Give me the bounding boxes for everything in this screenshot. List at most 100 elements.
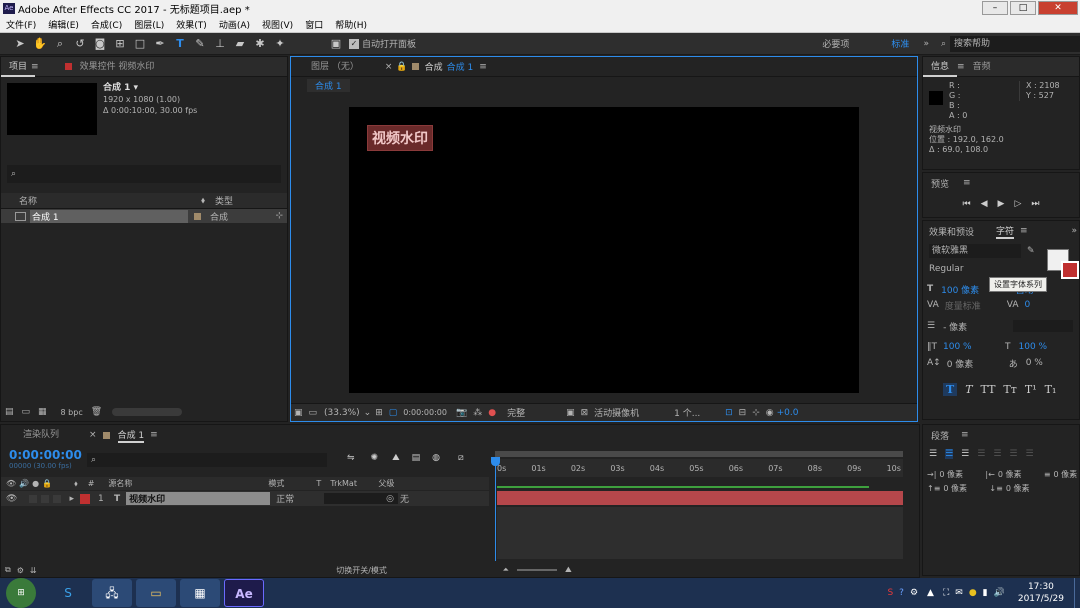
flowchart-icon[interactable]: ⊹ (275, 211, 283, 221)
display-icon[interactable]: ▭ (309, 408, 318, 418)
chevron-down-icon[interactable]: ⌄ (364, 408, 372, 418)
clock-date[interactable]: 2017/5/29 (1018, 593, 1064, 605)
tab-timeline-comp[interactable]: 合成 1 (117, 428, 145, 443)
subscript-icon[interactable]: T₁ (1045, 383, 1057, 396)
channel-icon[interactable]: ● (488, 408, 496, 418)
all-caps-icon[interactable]: TT (981, 383, 996, 396)
tab-effects-presets[interactable]: 效果和预设 (929, 225, 974, 238)
maximize-button[interactable]: □ (1010, 1, 1036, 15)
zoom-slider[interactable] (517, 569, 557, 571)
workspace-essentials[interactable]: 必要项 (822, 37, 849, 50)
help-tray-icon[interactable]: ? (899, 588, 904, 598)
indent-left-value[interactable]: 0 像素 (939, 469, 985, 480)
app-taskbar-icon[interactable]: ▦ (180, 579, 220, 607)
justify-center-icon[interactable]: ☰ (993, 449, 1001, 459)
next-frame-icon[interactable]: ▷ (1014, 199, 1021, 209)
sogou-tray-icon[interactable]: S (887, 588, 893, 598)
layer-solo-slot[interactable] (41, 494, 50, 503)
tray-icon-2[interactable]: ⛶ (943, 588, 949, 598)
stroke-color-swatch[interactable] (1061, 261, 1079, 279)
network-tray-icon[interactable]: ▮ (983, 588, 988, 598)
project-search-input[interactable]: ⌕ (7, 165, 281, 183)
tab-layer[interactable]: 图层 （无） (291, 57, 367, 77)
tab-character[interactable]: 字符 (996, 224, 1015, 239)
selection-tool-icon[interactable]: ➤ (12, 36, 28, 52)
tab-project[interactable]: 项目 (1, 57, 36, 77)
tab-render-queue[interactable]: 渲染队列 (1, 425, 67, 445)
col-t[interactable]: T (316, 479, 330, 488)
menu-window[interactable]: 窗口 (299, 18, 329, 31)
prev-frame-icon[interactable]: ◀ (981, 199, 988, 209)
layer-mode-dropdown[interactable]: 正常 (276, 492, 322, 505)
stroke-width-value[interactable]: - 像素 (943, 320, 1013, 333)
col-type[interactable]: 类型 (215, 194, 233, 207)
col-mode[interactable]: 模式 (268, 478, 316, 489)
sogou-taskbar-icon[interactable]: S (48, 579, 88, 607)
layer-name[interactable]: 视频水印 (126, 492, 271, 505)
menu-animation[interactable]: 动画(A) (213, 18, 256, 31)
video-toggle-icon[interactable]: 👁 (6, 479, 16, 488)
close-tab-icon[interactable]: × (385, 62, 393, 72)
stretch-icon[interactable]: ⇊ (30, 566, 37, 575)
brush-tool-icon[interactable]: ✎ (192, 36, 208, 52)
flow-icon[interactable]: ⊹ (752, 408, 760, 418)
tracking-value[interactable]: 0 (1025, 300, 1031, 310)
project-menu-icon[interactable]: ≡ (31, 62, 39, 72)
search-help-input[interactable]: 搜索帮助 (950, 35, 1080, 52)
align-right-icon[interactable]: ☰ (961, 449, 969, 459)
tab-info[interactable]: 信息 (923, 57, 958, 77)
align-center-icon[interactable]: ☰ (945, 449, 954, 459)
workspace-standard[interactable]: 标准 (891, 37, 909, 50)
pen-tool-icon[interactable]: ✒ (152, 36, 168, 52)
pan-behind-tool-icon[interactable]: ⊞ (112, 36, 128, 52)
menu-composition[interactable]: 合成(C) (85, 18, 128, 31)
tab-paragraph[interactable]: 段落 (931, 429, 949, 442)
mask-icon[interactable]: ▢ (389, 408, 398, 418)
eraser-tool-icon[interactable]: ▰ (232, 36, 248, 52)
ae-taskbar-icon[interactable]: Ae (224, 579, 264, 607)
layer-label-color[interactable] (79, 493, 90, 504)
snapshot-icon[interactable]: ▣ (294, 408, 303, 418)
menu-help[interactable]: 帮助(H) (329, 18, 373, 31)
volume-tray-icon[interactable]: 🔊 (994, 588, 1005, 598)
horizontal-scale-value[interactable]: 100 % (1019, 342, 1048, 352)
tsume-value[interactable]: 0 % (1026, 358, 1043, 368)
shy-icon[interactable]: ⛰ (392, 453, 400, 463)
camera-tool-icon[interactable]: ◙ (92, 36, 108, 52)
timeline-menu-icon[interactable]: ≡ (150, 430, 158, 440)
minimize-button[interactable]: – (982, 1, 1008, 15)
menu-file[interactable]: 文件(F) (0, 18, 42, 31)
menu-edit[interactable]: 编辑(E) (42, 18, 85, 31)
superscript-icon[interactable]: T¹ (1025, 383, 1037, 396)
more-panels-icon[interactable]: » (1071, 226, 1077, 236)
layer-lock-slot[interactable] (53, 494, 62, 503)
indent-right-value[interactable]: 0 像素 (998, 469, 1044, 480)
motion-blur-icon[interactable]: ◍ (432, 453, 440, 463)
rotate-tool-icon[interactable]: ↺ (72, 36, 88, 52)
baseline-shift-value[interactable]: 0 像素 (947, 357, 1009, 370)
interpret-footage-icon[interactable]: ▤ (5, 407, 14, 417)
clone-stamp-tool-icon[interactable]: ⊥ (212, 36, 228, 52)
exposure-value[interactable]: +0.0 (777, 408, 799, 418)
char-menu-icon[interactable]: ≡ (1020, 226, 1028, 236)
tab-effect-controls[interactable]: 效果控件 视频水印 (78, 57, 163, 77)
comp-breadcrumb[interactable]: 合成 1 (307, 78, 350, 92)
menu-layer[interactable]: 图层(L) (128, 18, 170, 31)
workspace-icon[interactable]: ▣ (328, 36, 344, 52)
camera-snapshot-icon[interactable]: 📷 (456, 408, 467, 418)
more-workspaces-icon[interactable]: » (923, 39, 929, 49)
playhead-handle[interactable] (491, 457, 500, 466)
project-item-comp[interactable]: 合成 1 合成 ⊹ (1, 209, 287, 223)
font-family-dropdown[interactable]: 微软雅黑 (929, 244, 1021, 258)
graph-editor-icon[interactable]: ⧄ (458, 453, 464, 463)
zoom-in-icon[interactable]: ⛰ (565, 565, 572, 575)
rectangle-tool-icon[interactable]: □ (132, 36, 148, 52)
region-icon[interactable]: ▣ (566, 408, 575, 418)
project-scrollbar[interactable] (112, 408, 183, 416)
auto-open-checkbox[interactable]: ✓ (349, 38, 359, 49)
tab-comp-prefix[interactable]: 合成 (425, 60, 443, 73)
layer-audio-slot[interactable] (29, 494, 38, 503)
space-after-value[interactable]: 0 像素 (1006, 483, 1030, 494)
tray-icon[interactable]: ⚙ (910, 588, 918, 598)
vertical-scale-value[interactable]: 100 % (943, 342, 1005, 352)
